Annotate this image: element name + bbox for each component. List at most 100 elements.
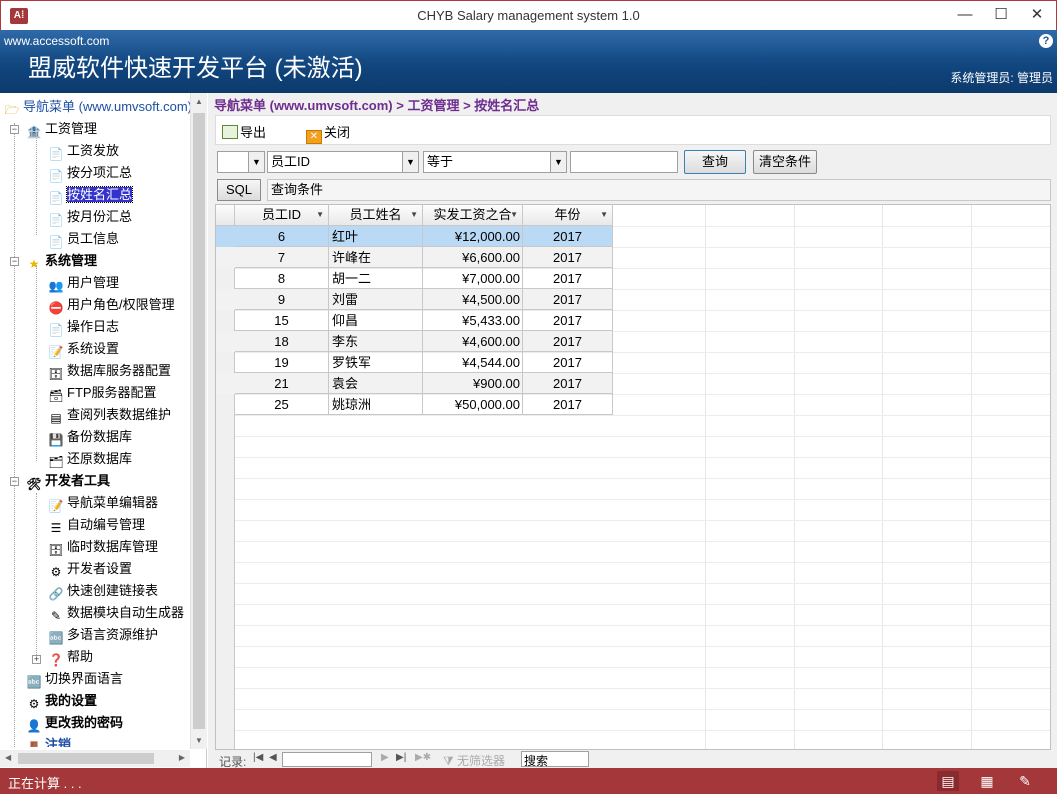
maximize-button[interactable]: ☐	[986, 3, 1016, 27]
scroll-thumb[interactable]	[18, 753, 154, 764]
table-cell[interactable]: ¥6,600.00	[423, 247, 523, 268]
table-cell[interactable]: 2017	[523, 289, 613, 310]
tree-item-users[interactable]: 👥 用户管理	[48, 273, 120, 293]
table-cell[interactable]: ¥5,433.00	[423, 310, 523, 331]
table-cell[interactable]: 袁会	[329, 373, 423, 394]
tree-group-devtools[interactable]: 🛠 开发者工具	[26, 471, 110, 491]
tree-group-system[interactable]: ★ 系统管理	[26, 251, 97, 271]
close-form-button[interactable]: ✕ 关闭	[306, 122, 350, 144]
tree-item-help[interactable]: ❓ 帮助	[48, 647, 94, 667]
table-cell[interactable]: ¥4,600.00	[423, 331, 523, 352]
clear-button[interactable]: 清空条件	[753, 150, 817, 174]
design-view-icon[interactable]: ✎	[1014, 771, 1036, 791]
table-cell[interactable]: 2017	[523, 310, 613, 331]
column-header[interactable]: 年份 ▼	[523, 205, 613, 226]
table-row[interactable]: 7 许峰在 ¥6,600.00 2017	[216, 247, 613, 268]
table-cell[interactable]: ¥4,544.00	[423, 352, 523, 373]
tree-horizontal-scrollbar[interactable]: ◀ ▶	[0, 750, 190, 767]
table-cell[interactable]: 2017	[523, 394, 613, 415]
table-cell[interactable]: 姚琼洲	[329, 394, 423, 415]
help-icon[interactable]: ?	[1039, 34, 1053, 48]
table-cell[interactable]: ¥12,000.00	[423, 226, 523, 247]
search-input[interactable]: 搜索	[521, 751, 589, 768]
table-cell[interactable]: 2017	[523, 352, 613, 373]
dropdown-arrow-icon[interactable]: ▼	[316, 205, 324, 225]
tree-item-language-resources[interactable]: 🔤 多语言资源维护	[48, 625, 159, 645]
tree-item-settings[interactable]: 📝 系统设置	[48, 339, 120, 359]
table-cell[interactable]: 许峰在	[329, 247, 423, 268]
tree-root[interactable]: 🗁 导航菜单 (www.umvsoft.com)	[4, 97, 190, 117]
tree-item-temp-db[interactable]: 🗄 临时数据库管理	[48, 537, 158, 557]
table-row[interactable]: 19 罗铁军 ¥4,544.00 2017	[216, 352, 613, 373]
tree-item-logs[interactable]: 📄 操作日志	[48, 317, 120, 337]
scroll-down-icon[interactable]: ▼	[195, 736, 203, 745]
collapse-icon[interactable]: −	[10, 257, 19, 266]
tree-item-change-password[interactable]: 👤 更改我的密码	[26, 713, 124, 733]
tree-item-logout[interactable]: 🚪注销	[26, 735, 72, 747]
tree-item-autonumber[interactable]: ☰ 自动编号管理	[48, 515, 145, 535]
table-cell[interactable]: 2017	[523, 331, 613, 352]
value-input[interactable]	[570, 151, 678, 173]
scroll-thumb[interactable]	[193, 113, 205, 729]
table-cell[interactable]: 7	[235, 247, 329, 268]
dropdown-arrow-icon[interactable]: ▼	[600, 205, 608, 225]
tree-item-switch-language[interactable]: 🔤 切换界面语言	[26, 669, 124, 689]
field-select[interactable]: 员工ID ▼	[267, 151, 419, 173]
table-cell[interactable]: 刘雷	[329, 289, 423, 310]
next-record-icon[interactable]: ▶	[381, 752, 389, 763]
table-cell[interactable]: 9	[235, 289, 329, 310]
tree-item-by-name[interactable]: 📄 按姓名汇总	[48, 185, 134, 205]
dropdown-arrow-icon[interactable]: ▼	[410, 205, 418, 225]
expand-icon[interactable]: +	[32, 655, 41, 664]
collapse-icon[interactable]: −	[10, 125, 19, 134]
table-cell[interactable]: 21	[235, 373, 329, 394]
table-cell[interactable]: 18	[235, 331, 329, 352]
logic-select[interactable]: ▼	[217, 151, 265, 173]
table-cell[interactable]: ¥7,000.00	[423, 268, 523, 289]
first-record-icon[interactable]: |◀	[253, 752, 263, 763]
table-row[interactable]: 25 姚琼洲 ¥50,000.00 2017	[216, 394, 613, 415]
table-cell[interactable]: 仰昌	[329, 310, 423, 331]
tree-item-module-generator[interactable]: ✎ 数据模块自动生成器	[48, 603, 184, 623]
table-cell[interactable]: 8	[235, 268, 329, 289]
record-number-input[interactable]	[282, 752, 372, 767]
form-view-icon[interactable]: ▤	[937, 771, 959, 791]
tree-item-ftp[interactable]: 🗃 FTP服务器配置	[48, 383, 156, 403]
tree-item-link-table[interactable]: 🔗 快速创建链接表	[48, 581, 159, 601]
close-window-button[interactable]: ✕	[1022, 3, 1052, 27]
table-row[interactable]: 8 胡一二 ¥7,000.00 2017	[216, 268, 613, 289]
tree-item-lookup-data[interactable]: ▤ 查阅列表数据维护	[48, 405, 171, 425]
query-button[interactable]: 查询	[684, 150, 746, 174]
tree-vertical-scrollbar[interactable]: ▲ ▼	[190, 93, 207, 749]
tree-item-db-server[interactable]: 🗄 数据库服务器配置	[48, 361, 171, 381]
sql-button[interactable]: SQL	[217, 179, 261, 201]
export-button[interactable]: 导出	[222, 122, 266, 141]
tree-item-by-month[interactable]: 📄 按月份汇总	[48, 207, 133, 227]
scroll-up-icon[interactable]: ▲	[195, 97, 203, 106]
tree-item-menu-editor[interactable]: 📝 导航菜单编辑器	[48, 493, 159, 513]
new-record-icon[interactable]: ▶✱	[415, 752, 431, 763]
table-cell[interactable]: 6	[235, 226, 329, 247]
column-header[interactable]: 实发工资之合 ▼	[423, 205, 523, 226]
tree-item-my-settings[interactable]: ⚙ 我的设置	[26, 691, 97, 711]
table-cell[interactable]: 2017	[523, 226, 613, 247]
banner-url[interactable]: www.accessoft.com	[4, 34, 109, 48]
query-condition-field[interactable]: 查询条件	[267, 179, 1051, 201]
table-cell[interactable]: 2017	[523, 247, 613, 268]
table-row[interactable]: 6 红叶 ¥12,000.00 2017	[216, 226, 613, 247]
no-filter-indicator[interactable]: ⧩ 无筛选器	[443, 752, 505, 769]
operator-select[interactable]: 等于 ▼	[423, 151, 567, 173]
table-row[interactable]: 18 李东 ¥4,600.00 2017	[216, 331, 613, 352]
tree-item-roles[interactable]: ⛔ 用户角色/权限管理	[48, 295, 175, 315]
tree-group-salary[interactable]: 🏦 工资管理	[26, 119, 98, 139]
column-header[interactable]: 员工ID ▼	[235, 205, 329, 226]
tree-item-salary-pay[interactable]: 📄 工资发放	[48, 141, 120, 161]
table-cell[interactable]: 红叶	[329, 226, 423, 247]
minimize-button[interactable]: —	[950, 3, 980, 27]
table-cell[interactable]: 2017	[523, 268, 613, 289]
scroll-right-icon[interactable]: ▶	[179, 753, 185, 762]
column-header[interactable]: 员工姓名 ▼	[329, 205, 423, 226]
table-cell[interactable]: 李东	[329, 331, 423, 352]
table-cell[interactable]: 19	[235, 352, 329, 373]
tree-item-by-category[interactable]: 📄 按分项汇总	[48, 163, 133, 183]
